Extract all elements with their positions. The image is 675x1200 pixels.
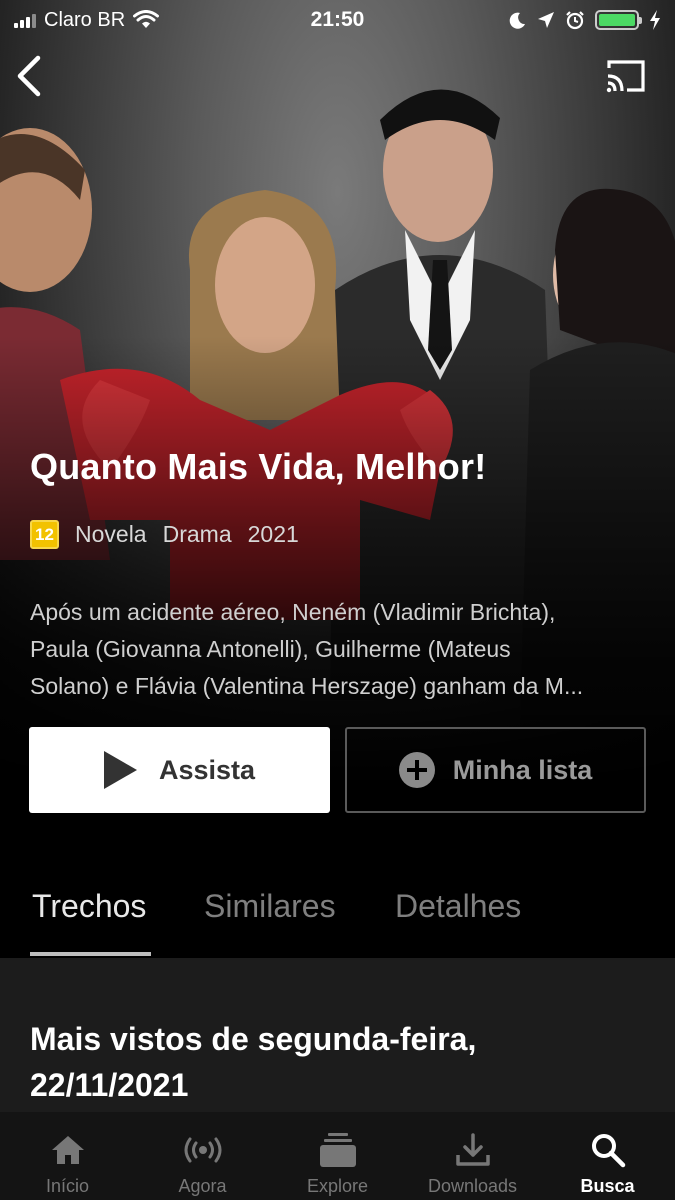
genre-label: Novela xyxy=(75,521,147,547)
nav-label: Início xyxy=(45,1176,90,1196)
section-title-line: Mais vistos de segunda-feira, xyxy=(30,1021,477,1057)
synopsis-line: Solano) e Flávia (Valentina Herszage) ga… xyxy=(30,673,584,699)
tab-similares[interactable]: Similares xyxy=(204,870,336,925)
my-list-button-label: Minha lista xyxy=(452,754,593,785)
my-list-button[interactable]: Minha lista xyxy=(345,727,646,813)
charging-icon xyxy=(650,10,660,30)
genre-label: Drama xyxy=(162,521,232,547)
tab-trechos[interactable]: Trechos xyxy=(32,870,146,925)
status-bar: Claro BR 21:50 xyxy=(0,0,675,40)
chevron-left-icon xyxy=(17,55,41,97)
bottom-nav: Início Agora Explore Downloads Busca xyxy=(0,1112,675,1200)
cast-icon xyxy=(606,60,645,93)
section-title-line: 22/11/2021 xyxy=(30,1067,189,1103)
nav-item-agora[interactable]: Agora xyxy=(135,1112,270,1200)
search-icon xyxy=(591,1134,625,1168)
nav-label: Agora xyxy=(178,1176,227,1196)
location-icon xyxy=(538,12,554,28)
nav-item-busca[interactable]: Busca xyxy=(540,1112,675,1200)
watch-button[interactable]: Assista xyxy=(29,727,330,813)
tab-bar: Trechos Similares Detalhes xyxy=(0,870,675,958)
synopsis-line: Paula (Giovanna Antonelli), Guilherme (M… xyxy=(30,636,511,662)
status-time: 21:50 xyxy=(310,8,365,31)
nav-label: Downloads xyxy=(427,1176,518,1196)
nav-label: Busca xyxy=(580,1176,635,1196)
nav-item-inicio[interactable]: Início xyxy=(0,1112,135,1200)
home-icon xyxy=(51,1136,84,1164)
nav-item-explore[interactable]: Explore xyxy=(270,1112,405,1200)
plus-circle-icon xyxy=(398,752,435,788)
synopsis-line: Após um acidente aéreo, Neném (Vladimir … xyxy=(30,599,556,625)
tab-detalhes[interactable]: Detalhes xyxy=(395,870,521,925)
play-icon xyxy=(103,751,137,789)
battery-icon xyxy=(595,10,642,30)
stack-icon xyxy=(319,1133,356,1167)
nav-label: Explore xyxy=(306,1176,369,1196)
back-button[interactable] xyxy=(12,52,52,100)
active-tab-indicator xyxy=(30,952,151,956)
age-rating-badge: 12 xyxy=(30,520,59,549)
cast-button[interactable] xyxy=(605,58,647,94)
wifi-icon xyxy=(133,10,160,28)
section-title: Mais vistos de segunda-feira, 22/11/2021 xyxy=(30,1016,590,1108)
year-label: 2021 xyxy=(247,521,299,547)
alarm-icon xyxy=(566,11,584,30)
synopsis[interactable]: Após um acidente aéreo, Neném (Vladimir … xyxy=(30,594,650,705)
show-title: Quanto Mais Vida, Melhor! xyxy=(30,446,487,487)
carrier-label: Claro BR xyxy=(44,8,126,31)
signal-icon xyxy=(14,12,36,28)
broadcast-icon xyxy=(184,1137,221,1163)
show-meta: 12 Novela Drama 2021 xyxy=(30,520,299,549)
watch-button-label: Assista xyxy=(158,754,256,785)
moon-icon xyxy=(509,12,525,29)
nav-item-downloads[interactable]: Downloads xyxy=(405,1112,540,1200)
download-icon xyxy=(455,1133,490,1166)
